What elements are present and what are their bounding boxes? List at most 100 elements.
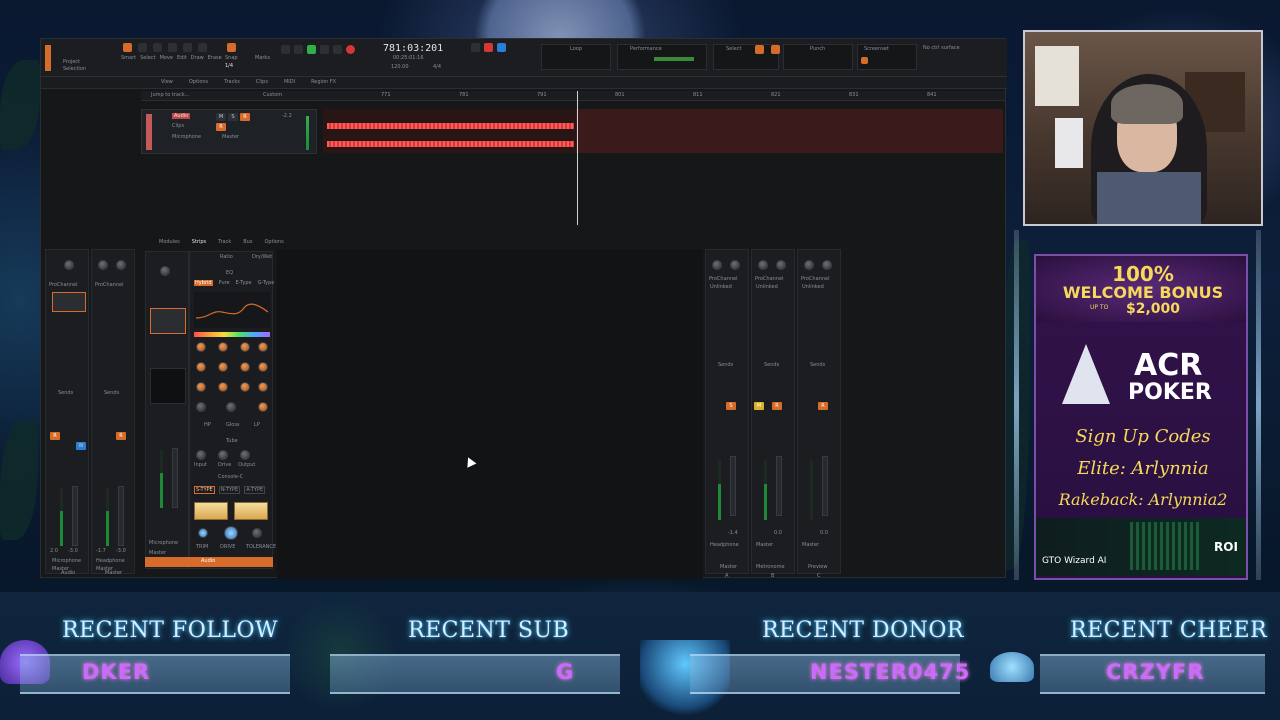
solo-button[interactable]: R xyxy=(818,402,828,410)
eq-mode-g-type[interactable]: G-Type xyxy=(258,280,275,286)
strip-output[interactable]: Master xyxy=(756,542,773,548)
eq-mode-hybrid[interactable]: Hybrid xyxy=(194,280,213,286)
eq-curve-graph[interactable] xyxy=(194,292,270,328)
select-orange-button[interactable] xyxy=(755,45,764,54)
strip-volume[interactable]: 2.0 xyxy=(50,548,58,554)
menu-clips[interactable]: Clips xyxy=(256,79,268,85)
select-tool-button[interactable] xyxy=(138,43,147,52)
erase-tool-button[interactable] xyxy=(198,43,207,52)
record-icon[interactable] xyxy=(346,45,355,54)
strip-pan[interactable]: -3.0 xyxy=(68,548,78,554)
record-arm-button[interactable]: R xyxy=(116,432,126,440)
inspector-tab-bus[interactable]: Bus xyxy=(243,239,252,249)
play-icon[interactable] xyxy=(307,45,316,54)
record-arm-button[interactable]: R xyxy=(240,113,250,121)
eq-knob[interactable] xyxy=(196,342,206,352)
pan-knob[interactable] xyxy=(730,260,740,270)
track-volume[interactable]: -2.2 xyxy=(282,113,292,119)
track-input[interactable]: Microphone xyxy=(172,134,201,140)
rewind-icon[interactable] xyxy=(281,45,290,54)
mute-button[interactable]: M xyxy=(216,113,226,121)
strip-volume[interactable]: 0.0 xyxy=(820,530,828,536)
lp-knob[interactable] xyxy=(258,402,268,412)
eq-band-bar[interactable] xyxy=(194,332,270,337)
gain-knob[interactable] xyxy=(758,260,768,270)
input-knob[interactable] xyxy=(196,450,206,460)
stop-icon[interactable] xyxy=(294,45,303,54)
eq-knob[interactable] xyxy=(240,362,250,372)
strip-name-master[interactable]: Master xyxy=(105,570,122,576)
hp-knob[interactable] xyxy=(196,402,206,412)
track-output[interactable]: Master xyxy=(222,134,239,140)
menu-midi[interactable]: MIDI xyxy=(284,79,295,85)
strip-output[interactable]: Master xyxy=(802,542,819,548)
tempo-value[interactable]: 120.00 xyxy=(391,64,409,70)
volume-fader[interactable] xyxy=(172,448,178,508)
audio-clip[interactable] xyxy=(323,109,576,153)
eq-knob[interactable] xyxy=(240,342,250,352)
record-mode-icon[interactable] xyxy=(484,43,493,52)
draw-tool-button[interactable] xyxy=(183,43,192,52)
strip-input[interactable]: Headphone xyxy=(96,558,125,564)
inspector-tab-options[interactable]: Options xyxy=(264,239,283,249)
playhead[interactable] xyxy=(577,91,578,225)
eq-knob[interactable] xyxy=(258,382,268,392)
gain-knob[interactable] xyxy=(712,260,722,270)
gain-knob[interactable] xyxy=(160,266,170,276)
volume-fader[interactable] xyxy=(730,456,736,516)
strip-name[interactable]: Master xyxy=(720,564,737,570)
strip-volume[interactable]: -1.7 xyxy=(96,548,106,554)
menu-region-fx[interactable]: Region FX xyxy=(311,79,336,85)
menu-options[interactable]: Options xyxy=(189,79,208,85)
drive-knob[interactable] xyxy=(218,450,228,460)
edit-tool-button[interactable] xyxy=(168,43,177,52)
eq-thumbnail[interactable] xyxy=(150,308,186,334)
control-surface-label[interactable]: No ctrl surface xyxy=(923,45,960,51)
console-drive-knob[interactable] xyxy=(224,526,238,540)
inspector-tab-modules[interactable]: Modules xyxy=(159,239,180,249)
eq-mode-e-type[interactable]: E-Type xyxy=(236,280,252,286)
solo-button[interactable]: S xyxy=(228,113,238,121)
metronome-icon[interactable] xyxy=(471,43,480,52)
inspector-input[interactable]: Microphone xyxy=(149,540,178,546)
write-button[interactable]: W xyxy=(76,442,86,450)
eq-knob[interactable] xyxy=(240,382,250,392)
strip-output[interactable]: Headphone xyxy=(710,542,739,548)
strip-name-audio[interactable]: Audio xyxy=(61,570,75,576)
output-knob[interactable] xyxy=(240,450,250,460)
mute-button[interactable]: M xyxy=(754,402,764,410)
inspector-tab-track[interactable]: Track xyxy=(218,239,231,249)
forward-icon[interactable] xyxy=(333,45,342,54)
snap-button[interactable] xyxy=(227,43,236,52)
console-mode-a[interactable]: A-TYPE xyxy=(244,486,266,494)
eq-knob[interactable] xyxy=(218,382,228,392)
menu-tracks[interactable]: Tracks xyxy=(224,79,240,85)
eq-knob[interactable] xyxy=(218,342,228,352)
pan-knob[interactable] xyxy=(776,260,786,270)
autopunch-button[interactable] xyxy=(771,45,780,54)
eq-knob[interactable] xyxy=(218,362,228,372)
eq-mode-pure[interactable]: Pure xyxy=(219,280,230,286)
eq-knob[interactable] xyxy=(258,362,268,372)
gloss-knob[interactable] xyxy=(226,402,236,412)
input-echo-button[interactable]: R xyxy=(50,432,60,440)
track-header[interactable]: Audio M S R Clips R Microphone Master -2… xyxy=(141,109,317,154)
volume-fader[interactable] xyxy=(72,486,78,546)
tolerance-knob[interactable] xyxy=(252,528,262,538)
screenset-1-button[interactable] xyxy=(861,57,868,64)
volume-fader[interactable] xyxy=(822,456,828,516)
gain-knob[interactable] xyxy=(64,260,74,270)
snap-value[interactable]: 1/4 xyxy=(225,63,233,69)
time-counter[interactable]: 781:03:201 xyxy=(383,43,443,54)
timeline-ruler[interactable]: Jump to track... Custom 771 781 791 801 … xyxy=(141,91,1005,101)
fx-bypass-button[interactable]: R xyxy=(216,123,226,131)
track-name[interactable]: Audio xyxy=(172,113,191,119)
eq-knob[interactable] xyxy=(196,382,206,392)
loop-icon[interactable] xyxy=(497,43,506,52)
inspector-tab-strips[interactable]: Strips xyxy=(192,239,206,249)
meter-value[interactable]: 4/4 xyxy=(433,64,441,70)
strip-pan[interactable]: -3.0 xyxy=(116,548,126,554)
pause-icon[interactable] xyxy=(320,45,329,54)
jump-to-track[interactable]: Jump to track... xyxy=(151,92,189,98)
console-mode-n[interactable]: N-TYPE xyxy=(218,486,241,494)
